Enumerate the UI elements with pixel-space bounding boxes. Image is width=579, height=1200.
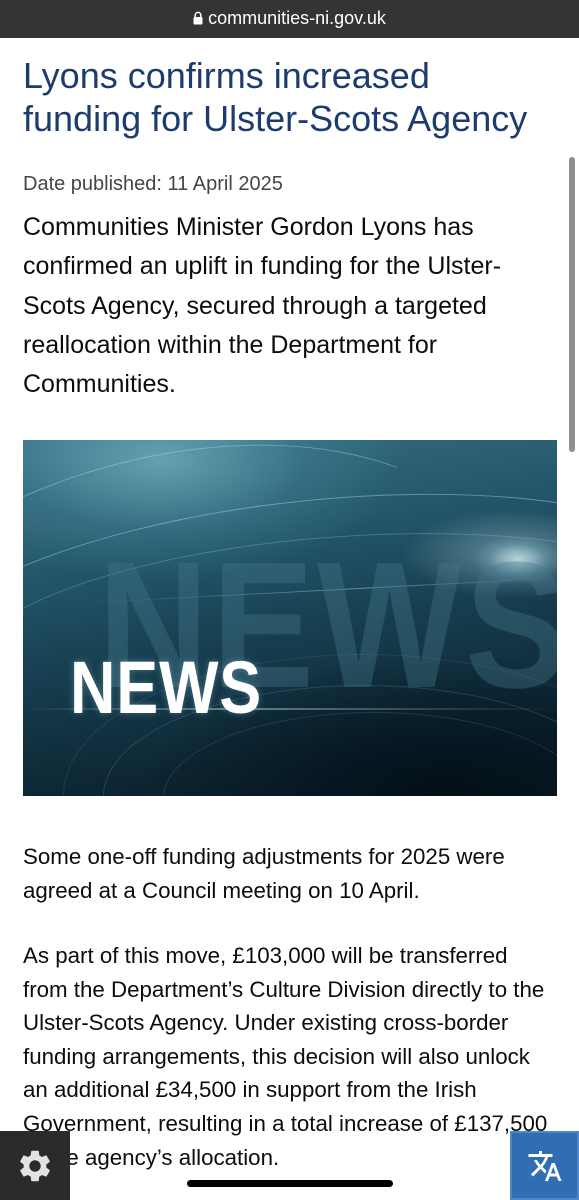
screen: communities-ni.gov.uk Lyons confirms inc… bbox=[0, 0, 579, 1200]
url-display[interactable]: communities-ni.gov.uk bbox=[193, 8, 386, 28]
news-image-text: NEWS bbox=[70, 646, 263, 729]
home-indicator bbox=[187, 1180, 393, 1187]
date-published-label: Date published: bbox=[23, 173, 162, 195]
gear-icon bbox=[16, 1147, 54, 1185]
news-image: NEWS NEWS bbox=[23, 440, 557, 796]
url-text: communities-ni.gov.uk bbox=[208, 7, 386, 28]
lock-icon bbox=[193, 11, 203, 25]
settings-button[interactable] bbox=[0, 1131, 70, 1200]
browser-url-bar[interactable]: communities-ni.gov.uk bbox=[0, 0, 579, 38]
date-published-value: 11 April 2025 bbox=[167, 173, 283, 195]
translate-button[interactable] bbox=[510, 1131, 579, 1200]
article-lead: Communities Minister Gordon Lyons has co… bbox=[23, 213, 502, 399]
translate-icon bbox=[527, 1148, 563, 1184]
article-paragraph: As part of this move, £103,000 will be t… bbox=[23, 943, 548, 1170]
article-title: Lyons confirms increased funding for Uls… bbox=[23, 55, 528, 139]
date-published: Date published: 11 April 2025 bbox=[23, 171, 283, 197]
article-paragraph: Some one-off funding adjustments for 202… bbox=[23, 844, 505, 903]
scroll-indicator[interactable] bbox=[569, 157, 575, 452]
